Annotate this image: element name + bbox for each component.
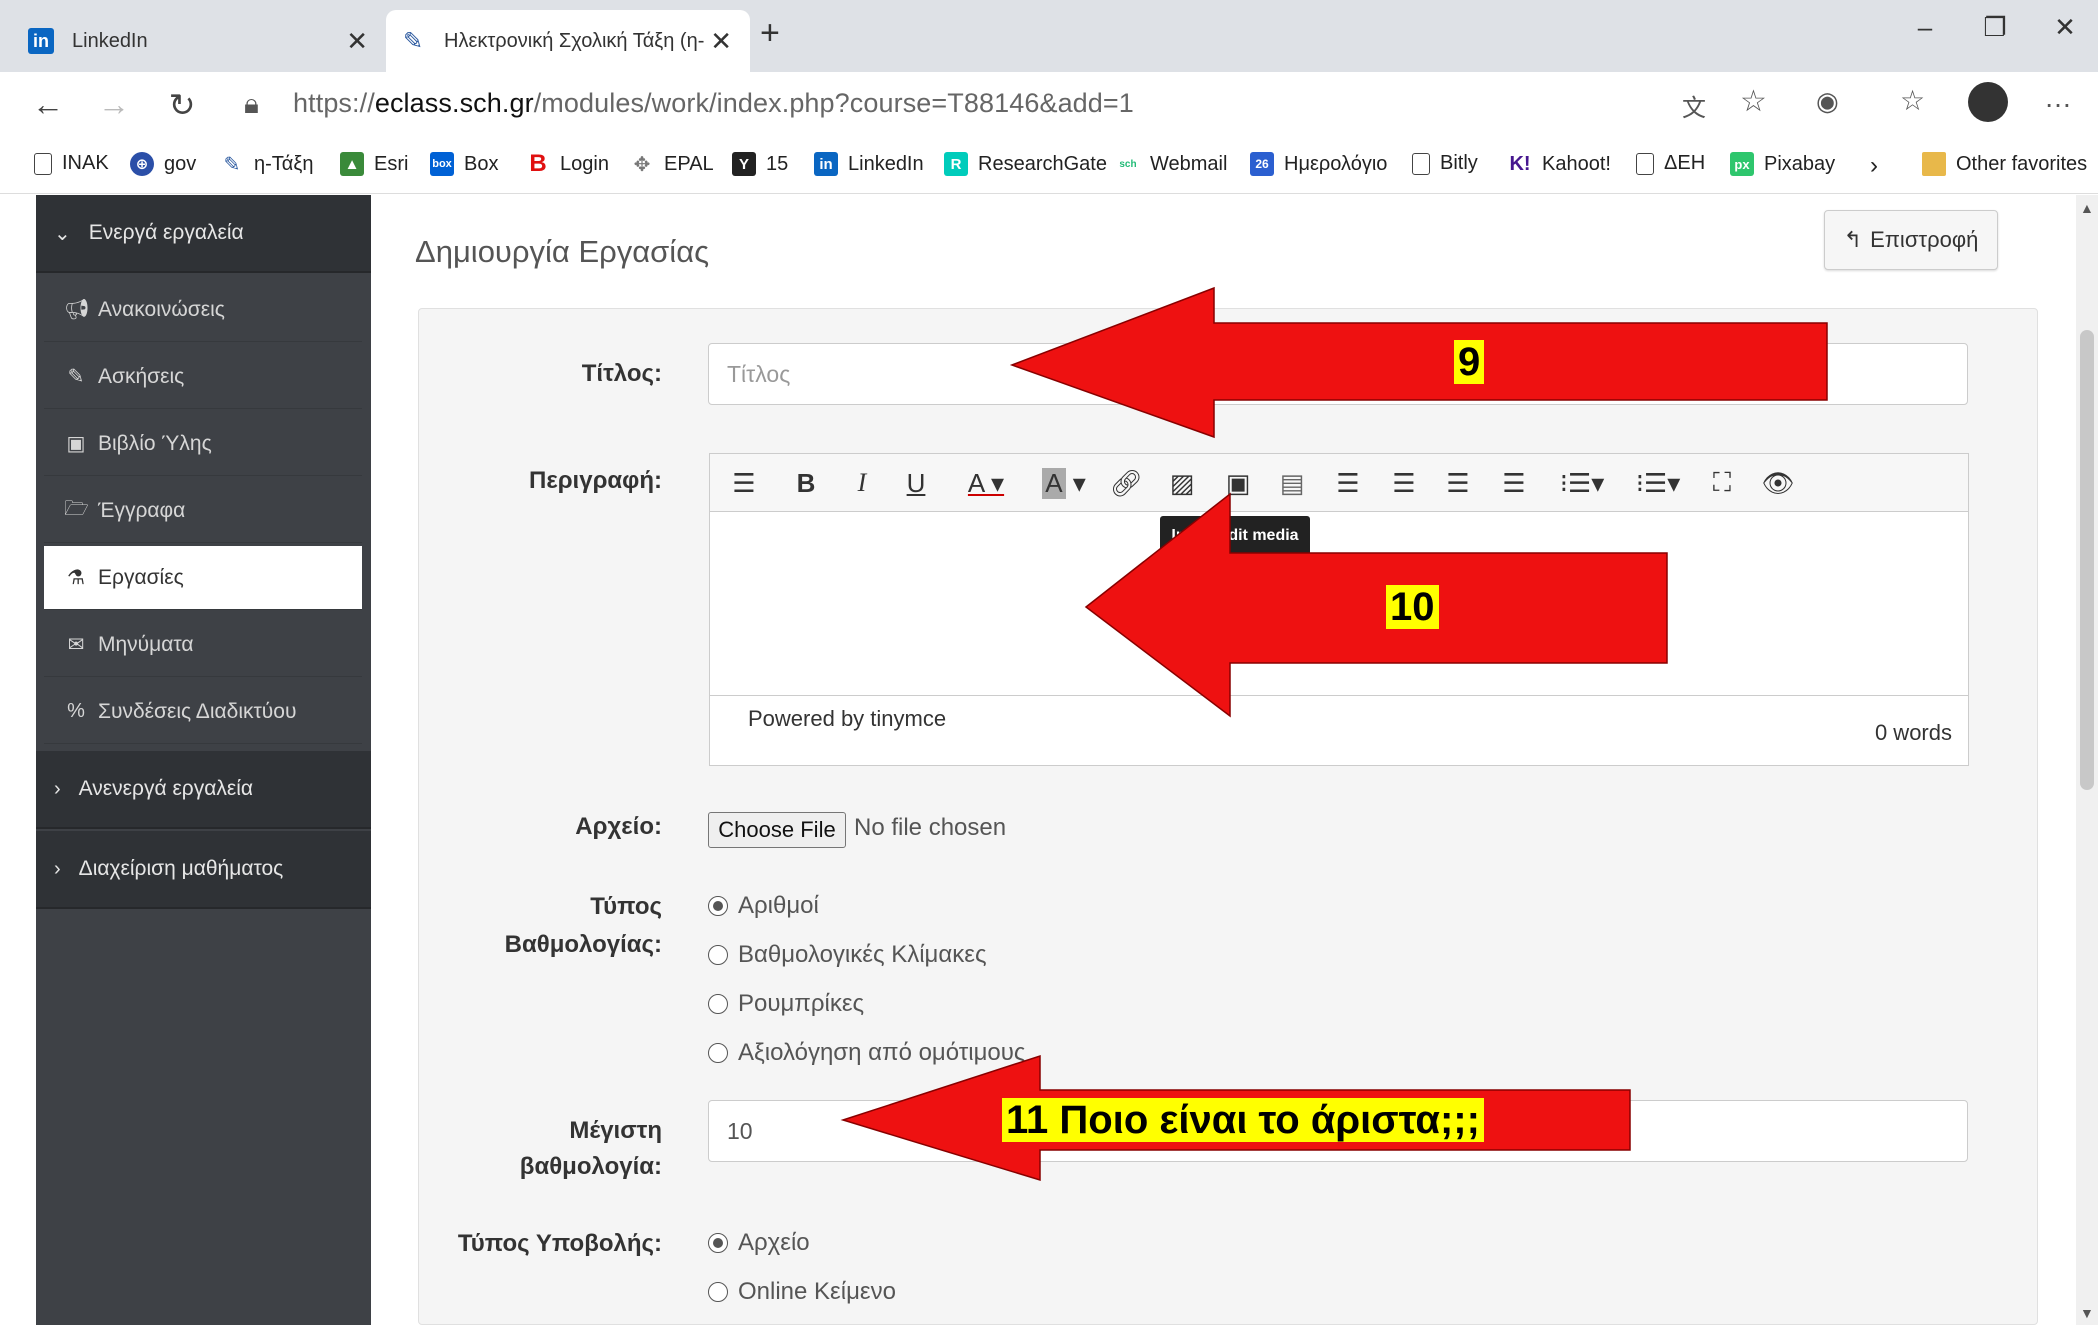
annotation-label-9: 9 [1454, 340, 1485, 384]
annotation-label-10: 10 [1386, 585, 1439, 629]
annotation-label-11: 11 Ποιο είναι το άριστα;;; [1002, 1098, 1484, 1142]
annotation-arrow-10 [1084, 492, 1668, 718]
annotation-arrow-9 [1009, 286, 1828, 439]
